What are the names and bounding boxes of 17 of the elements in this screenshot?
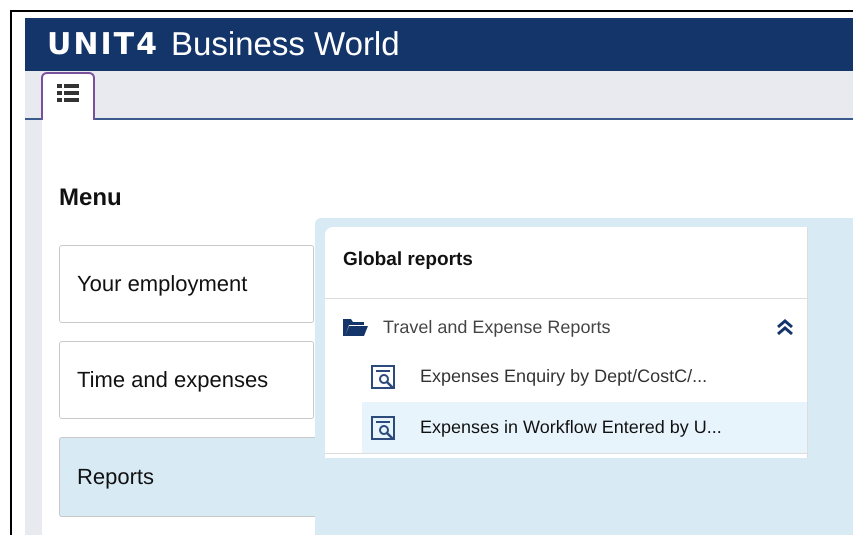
report-label: Expenses Enquiry by Dept/CostC/... [420,366,708,387]
app-title: Business World [170,25,400,64]
report-label: Expenses in Workflow Entered by U... [420,417,722,438]
list-icon [57,84,79,102]
folder-label[interactable]: Travel and Expense Reports [383,316,760,338]
menu-tab[interactable] [41,72,95,120]
report-item[interactable]: Expenses Enquiry by Dept/CostC/... [362,351,807,402]
report-search-icon [370,414,396,440]
card-title: Global reports [325,227,807,299]
report-search-icon [370,364,396,390]
menu-title: Menu [59,184,123,212]
folder-icon [342,317,368,337]
report-item[interactable]: Expenses in Workflow Entered by U... [362,402,807,453]
collapse-icon[interactable] [775,318,795,336]
logo: UNIT4 [47,26,159,62]
menu-item[interactable]: Your employment [59,245,314,323]
menu-item[interactable]: Time and expenses [59,341,314,419]
